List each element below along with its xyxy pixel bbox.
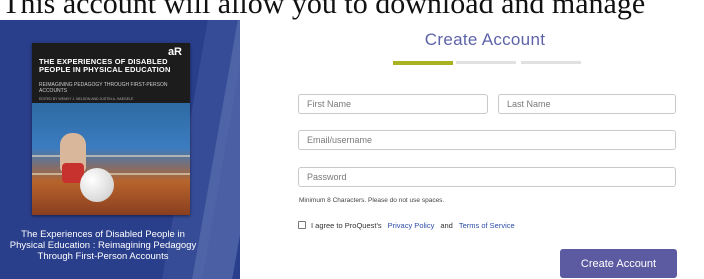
ball bbox=[80, 168, 114, 202]
password-hint: Minimum 8 Characters. Please do not use … bbox=[299, 197, 445, 204]
privacy-policy-link[interactable]: Privacy Policy bbox=[388, 221, 435, 230]
book-caption: The Experiences of Disabled People in Ph… bbox=[9, 229, 197, 262]
agree-text: I agree to ProQuest's bbox=[311, 220, 382, 230]
form-title: Create Account bbox=[424, 30, 546, 49]
book-cover-subtitle: REIMAGINING PEDAGOGY THROUGH FIRST-PERSO… bbox=[39, 82, 168, 94]
book-cover-title: THE EXPERIENCES OF DISABLED PEOPLE IN PH… bbox=[39, 57, 171, 74]
password-input[interactable] bbox=[298, 167, 676, 187]
left-panel: aR THE EXPERIENCES OF DISABLED PEOPLE IN… bbox=[0, 20, 240, 279]
email-input[interactable] bbox=[298, 130, 676, 150]
progress-step-3 bbox=[521, 61, 581, 64]
create-account-button[interactable]: Create Account bbox=[560, 249, 677, 278]
terms-checkbox[interactable] bbox=[298, 221, 306, 229]
book-cover-photo bbox=[32, 103, 190, 215]
publisher-logo: aR bbox=[167, 46, 182, 58]
first-name-input[interactable] bbox=[298, 94, 488, 114]
agree-and-text: and bbox=[440, 220, 453, 230]
book-cover-editors: EDITED BY WENDY J. NELSON AND JUSTIN A. … bbox=[39, 97, 134, 101]
terms-agreement-row: I agree to ProQuest's Privacy Policy and… bbox=[298, 219, 515, 231]
last-name-input[interactable] bbox=[498, 94, 676, 114]
court-line bbox=[32, 155, 190, 157]
progress-step-2 bbox=[456, 61, 516, 64]
book-cover-image: aR THE EXPERIENCES OF DISABLED PEOPLE IN… bbox=[32, 43, 190, 215]
progress-step-1 bbox=[393, 61, 453, 65]
terms-of-service-link[interactable]: Terms of Service bbox=[459, 221, 515, 230]
